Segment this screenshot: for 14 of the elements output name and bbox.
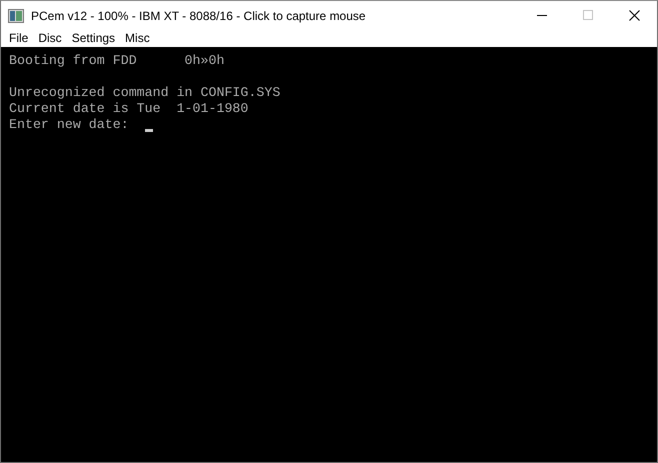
console-line: Unrecognized command in CONFIG.SYS [9, 85, 282, 101]
window-title: PCem v12 - 100% - IBM XT - 8088/16 - Click to capture mouse [31, 8, 366, 22]
maximize-icon [582, 10, 594, 21]
menu-item[interactable]: Misc [120, 31, 155, 45]
app-icon [8, 8, 24, 22]
emulator-screen[interactable]: Booting from FDD 0h»0h Unrecognized command in CONFIG.SYS Current date is Tue 1-01-1980 Enter new date: [1, 47, 657, 462]
text-cursor [144, 129, 153, 132]
menu-item[interactable]: File [1, 31, 34, 45]
console-line: Booting from FDD 0h»0h [9, 53, 226, 69]
menu-item[interactable]: Settings [66, 31, 120, 45]
console-line: Current date is Tue 1-01-1980 [9, 101, 250, 117]
console-prompt: Enter new date: [9, 117, 129, 133]
menu-item[interactable]: Disc [33, 31, 67, 45]
close-icon [628, 10, 640, 21]
